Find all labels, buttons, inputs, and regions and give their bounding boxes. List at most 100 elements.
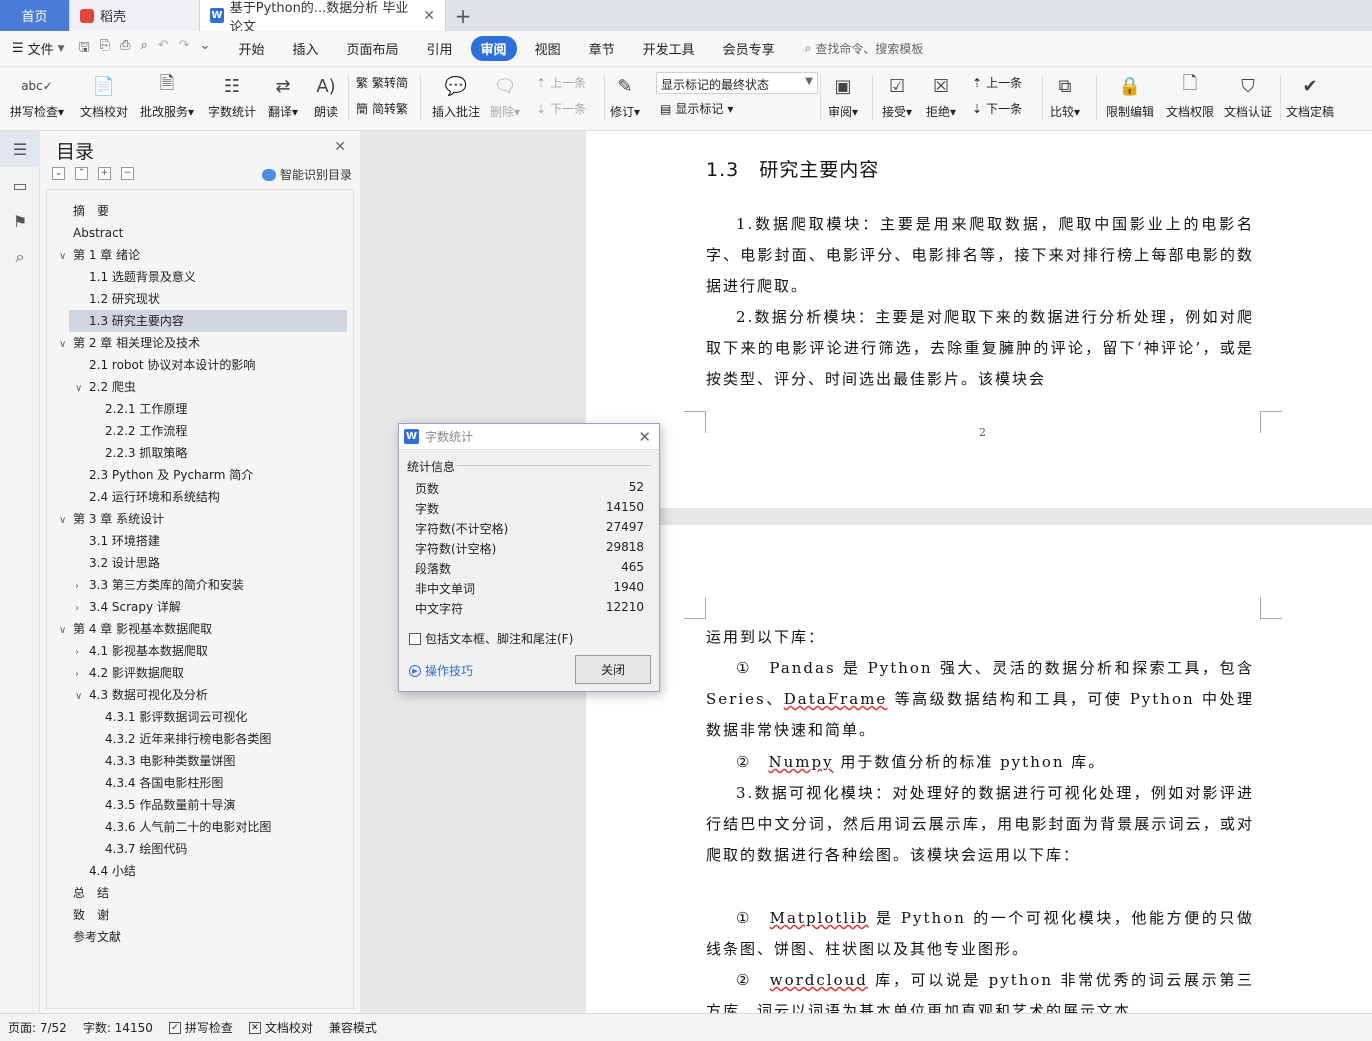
page-indicator[interactable]: 页面: 7/52 — [8, 1019, 67, 1036]
doc-permission-button[interactable]: 🗋 文档权限 — [1166, 67, 1214, 120]
search-icon[interactable]: ⌕ — [0, 239, 40, 275]
prev-change-button[interactable]: ⇡ 上一条 — [972, 74, 1022, 91]
toc-item[interactable]: ∨ 第 2 章 相关理论及技术 — [59, 332, 200, 354]
word-count-indicator[interactable]: 字数: 14150 — [83, 1019, 153, 1036]
toc-item[interactable]: 4.3.7 绘图代码 — [105, 838, 187, 860]
toc-item[interactable]: 4.3.5 作品数量前十导演 — [105, 794, 235, 816]
toc-item[interactable]: › 3.4 Scrapy 详解 — [75, 596, 181, 618]
revise-button[interactable]: ✎ 修订▾ — [610, 67, 640, 120]
chevron-down-icon[interactable]: ∨ — [75, 686, 89, 708]
toc-item[interactable]: 2.2.2 工作流程 — [105, 420, 187, 442]
menu-reference[interactable]: 引用 — [417, 36, 463, 61]
document-page[interactable]: 1.3 研究主要内容 1.数据爬取模块：主要是用来爬取数据，爬取中国影业上的电影… — [586, 131, 1372, 508]
doc-proof-toggle[interactable]: ✕ 文档校对 — [248, 1019, 313, 1036]
undo-icon[interactable]: ↶ — [158, 38, 169, 60]
chevron-right-icon[interactable]: › — [75, 664, 89, 686]
chevron-down-icon[interactable]: ∨ — [59, 510, 73, 532]
toc-nav-icon[interactable]: ☰ — [0, 131, 40, 167]
redo-icon[interactable]: ↷ — [179, 38, 190, 60]
close-button[interactable]: 关闭 — [575, 655, 651, 684]
translate-button[interactable]: ⇄ 翻译▾ — [268, 67, 298, 120]
toc-item[interactable]: 2.2.3 抓取策略 — [105, 442, 187, 464]
show-marks-button[interactable]: ▤ 显示标记 ▾ — [660, 100, 733, 117]
trad-to-simp-button[interactable]: 繁繁转简 — [356, 74, 408, 91]
toc-item[interactable]: 2.3 Python 及 Pycharm 简介 — [89, 464, 253, 486]
chapter-nav-icon[interactable]: ▭ — [0, 167, 40, 203]
tab-home[interactable]: 首页 — [0, 0, 70, 31]
toc-item[interactable]: 致 谢 — [73, 904, 109, 926]
toc-item[interactable]: 4.3.4 各国电影柱形图 — [105, 772, 223, 794]
toc-item[interactable]: ∨ 第 3 章 系统设计 — [59, 508, 164, 530]
checkbox-box[interactable] — [409, 632, 421, 645]
reject-button[interactable]: ☒ 拒绝▾ — [926, 67, 956, 120]
toc-item[interactable]: ∨ 第 4 章 影视基本数据爬取 — [59, 618, 212, 640]
save-icon[interactable]: 🖫 — [79, 38, 90, 60]
menu-start[interactable]: 开始 — [228, 36, 274, 61]
toc-item[interactable]: 3.2 设计思路 — [89, 552, 160, 574]
tab-document[interactable]: W 基于Python的...数据分析 毕业论文 ✕ — [200, 0, 446, 35]
command-search[interactable]: ⌕ 查找命令、搜索模板 — [805, 40, 924, 57]
chevron-right-icon[interactable]: › — [75, 642, 89, 664]
insert-comment-button[interactable]: 💬 插入批注 — [432, 67, 480, 120]
menu-developer[interactable]: 开发工具 — [633, 36, 705, 61]
prev-comment-button[interactable]: ⇡ 上一条 — [536, 74, 586, 91]
toc-item[interactable]: › 4.1 影视基本数据爬取 — [75, 640, 208, 662]
close-icon[interactable]: ✕ — [638, 428, 651, 446]
menu-member[interactable]: 会员专享 — [713, 36, 785, 61]
doc-proof-button[interactable]: 📄 文档校对 — [80, 67, 128, 120]
chevron-down-icon[interactable]: ∨ — [59, 334, 73, 356]
chevron-down-icon[interactable]: ∨ — [59, 620, 73, 642]
include-textbox-checkbox[interactable]: 包括文本框、脚注和尾注(F) — [409, 630, 573, 647]
bookmark-icon[interactable]: ⚑ — [0, 203, 40, 239]
finalize-button[interactable]: ✔ 文档定稿 — [1286, 67, 1334, 120]
spell-check-button[interactable]: abc✓ 拼写检查▾ — [10, 67, 64, 120]
toc-item[interactable]: 2.4 运行环境和系统结构 — [89, 486, 220, 508]
toc-item[interactable]: 1.1 选题背景及意义 — [89, 266, 196, 288]
tips-link[interactable]: ▶ 操作技巧 — [409, 662, 473, 679]
collapse-all-icon[interactable]: ⌄ — [52, 167, 65, 180]
chevron-down-icon[interactable]: ∨ — [59, 246, 73, 268]
menu-review[interactable]: 审阅 — [470, 36, 517, 61]
display-mode-select[interactable]: 显示标记的最终状态 ▼ — [656, 72, 818, 94]
toc-item[interactable]: ∨ 2.2 爬虫 — [75, 376, 136, 398]
read-aloud-button[interactable]: A) 朗读 — [312, 67, 340, 120]
simp-to-trad-button[interactable]: 簡简转繁 — [356, 100, 408, 117]
menu-chapter[interactable]: 章节 — [579, 36, 625, 61]
compare-button[interactable]: ⧉ 比较▾ — [1050, 67, 1080, 120]
toc-item[interactable]: 4.3.1 影评数据词云可视化 — [105, 706, 247, 728]
toc-item[interactable]: 参考文献 — [73, 926, 121, 948]
customize-icon[interactable]: ⌄ — [200, 38, 211, 60]
toc-item[interactable]: 1.2 研究现状 — [89, 288, 160, 310]
restrict-edit-button[interactable]: 🔒 限制编辑 — [1106, 67, 1154, 120]
word-count-button[interactable]: ☷ 字数统计 — [208, 67, 256, 120]
batch-service-button[interactable]: 🗎 批改服务▾ — [140, 67, 194, 120]
document-page[interactable]: 运用到以下库： ① Pandas 是 Python 强大、灵活的数据分析和探索工… — [586, 525, 1372, 1013]
toc-item[interactable]: 2.1 robot 协议对本设计的影响 — [89, 354, 255, 376]
preview-icon[interactable]: ⌕ — [140, 38, 147, 60]
next-comment-button[interactable]: ⇣ 下一条 — [536, 100, 586, 117]
smart-toc-button[interactable]: 智能识别目录 — [261, 166, 352, 183]
expand-all-icon[interactable]: ⌃ — [75, 167, 88, 180]
print-icon[interactable]: ⎙ — [120, 38, 130, 60]
output-icon[interactable]: ⎘ — [100, 38, 110, 60]
tab-daoke[interactable]: 稻壳 — [70, 0, 200, 31]
file-menu[interactable]: ☰ 文件 ▼ — [12, 39, 65, 58]
next-change-button[interactable]: ⇣ 下一条 — [972, 100, 1022, 117]
close-tab-icon[interactable]: ✕ — [423, 8, 435, 24]
toc-item[interactable]: ∨ 4.3 数据可视化及分析 — [75, 684, 208, 706]
doc-certify-button[interactable]: ⛉ 文档认证 — [1224, 67, 1272, 120]
add-heading-icon[interactable]: + — [98, 167, 111, 180]
menu-insert[interactable]: 插入 — [283, 36, 329, 61]
new-tab-icon[interactable]: + — [446, 0, 480, 31]
toc-item[interactable]: 4.3.6 人气前二十的电影对比图 — [105, 816, 271, 838]
toc-item[interactable]: Abstract — [73, 222, 123, 244]
chevron-right-icon[interactable]: › — [75, 576, 89, 598]
toc-item[interactable]: 摘 要 — [73, 200, 109, 222]
toc-item[interactable]: 4.3.3 电影种类数量饼图 — [105, 750, 235, 772]
toc-item[interactable]: › 4.2 影评数据爬取 — [75, 662, 184, 684]
toc-item[interactable]: 4.4 小结 — [89, 860, 136, 882]
chevron-right-icon[interactable]: › — [75, 598, 89, 620]
dialog-titlebar[interactable]: W 字数统计 ✕ — [399, 424, 659, 450]
toc-item[interactable]: 总 结 — [73, 882, 109, 904]
toc-item-selected[interactable]: 1.3 研究主要内容 — [69, 310, 347, 332]
